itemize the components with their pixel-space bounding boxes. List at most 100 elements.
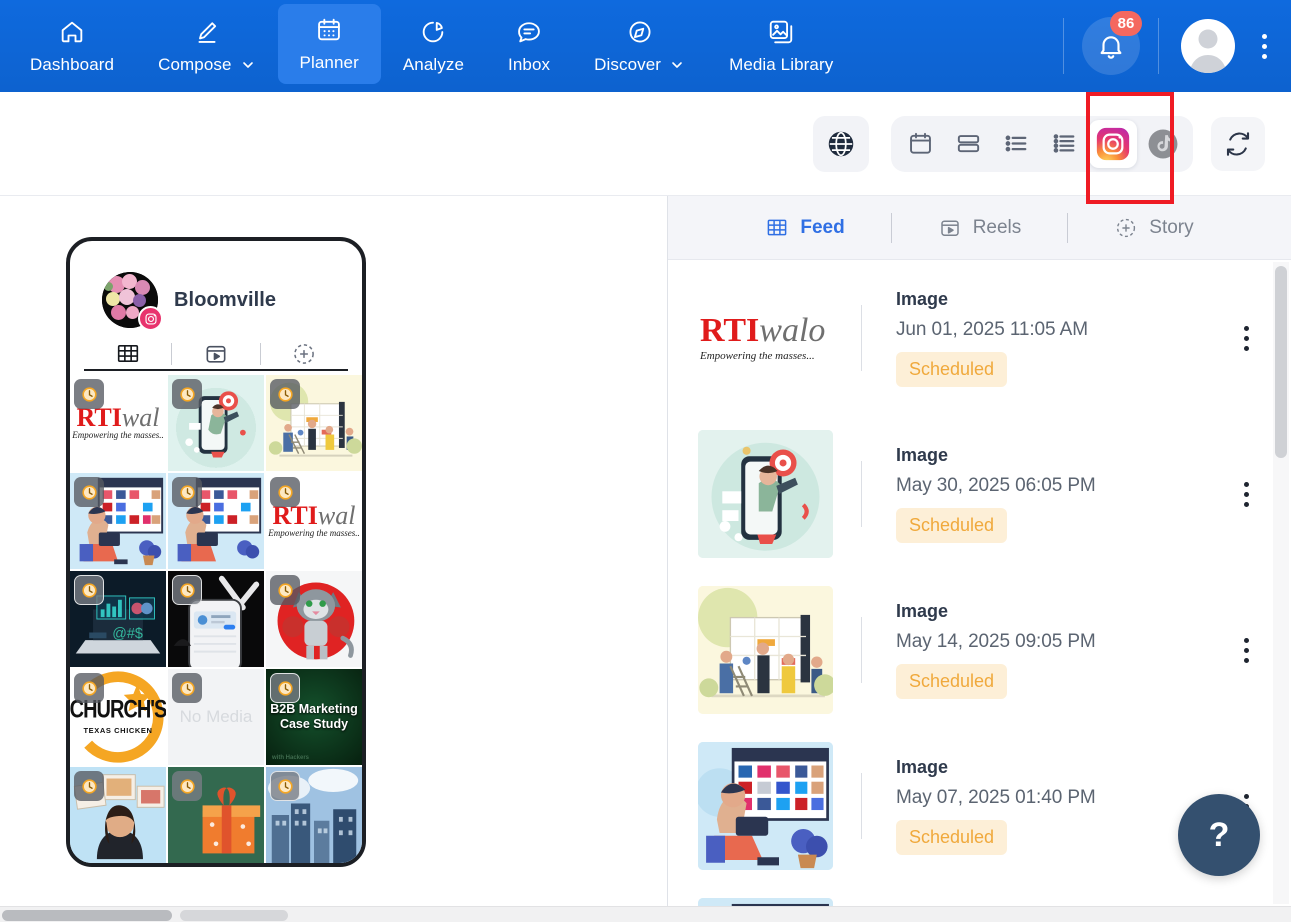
social-filter-tiktok[interactable] (1139, 120, 1187, 168)
tab-feed-label: Feed (800, 216, 845, 238)
grid-cell[interactable] (168, 767, 264, 863)
kebab-menu-icon[interactable] (1249, 23, 1279, 69)
horizontal-scrollbar-track-segment[interactable] (180, 910, 288, 921)
social-filter-instagram[interactable] (1089, 119, 1137, 168)
vertical-scrollbar-thumb[interactable] (1275, 266, 1287, 458)
scheduled-clock-icon (172, 477, 202, 507)
phone-tab-grid[interactable] (84, 338, 171, 369)
nav-divider (1063, 18, 1064, 74)
grid-cell[interactable] (266, 375, 362, 471)
nav-item-planner[interactable]: Planner (277, 4, 381, 84)
nav-label-compose: Compose (158, 54, 232, 74)
grid-cell[interactable]: B2B Marketing Case Study with Hackers (266, 669, 362, 765)
grid-cell[interactable] (266, 767, 362, 863)
story-plus-icon (1117, 218, 1136, 237)
view-list-button[interactable] (993, 122, 1039, 166)
tab-story[interactable]: Story (1068, 216, 1239, 240)
notifications-button[interactable]: 86 (1082, 11, 1142, 75)
message-icon (515, 18, 543, 48)
post-list-item[interactable]: RTIwalo Empowering the masses... Image J… (668, 260, 1291, 416)
home-icon (58, 18, 86, 48)
nav-item-compose[interactable]: Compose (136, 0, 277, 92)
feed-tab-bar: Feed Reels Story (668, 196, 1291, 260)
post-divider (861, 461, 862, 527)
view-split-button[interactable] (945, 122, 991, 166)
post-list-item[interactable]: Image May 30, 2025 06:05 PM Scheduled (668, 416, 1291, 572)
scheduled-clock-icon (270, 379, 300, 409)
grid-cell[interactable]: CHURCH'S TEXAS CHICKEN (70, 669, 166, 765)
post-date: May 30, 2025 06:05 PM (896, 475, 1096, 496)
pencil-icon (193, 18, 221, 48)
cell-footnote: with Hackers (272, 755, 310, 761)
post-type: Image (896, 601, 949, 621)
chevron-down-icon (242, 61, 253, 68)
svg-text:@#$: @#$ (112, 626, 143, 642)
globe-icon[interactable] (813, 115, 869, 172)
tab-feed[interactable]: Feed (719, 216, 890, 240)
grid-cell[interactable]: RTIwal Empowering the masses.. (266, 473, 362, 569)
post-type: Image (896, 289, 949, 309)
grid-cell[interactable] (168, 375, 264, 471)
grid-icon (767, 219, 787, 235)
post-list-item[interactable]: Image May 14, 2025 09:05 PM Scheduled (668, 572, 1291, 728)
post-thumbnail (698, 742, 833, 870)
preview-pane: Bloomville RTIwal Empowering the masses.… (0, 196, 668, 922)
post-date: Jun 01, 2025 11:05 AM (896, 319, 1088, 340)
grid-cell[interactable]: RTIwal Empowering the masses.. (70, 375, 166, 471)
grid-cell[interactable] (70, 473, 166, 569)
grid-cell[interactable] (168, 473, 264, 569)
nav-item-media-library[interactable]: Media Library (707, 0, 855, 92)
tab-reels[interactable]: Reels (892, 216, 1068, 240)
grid-cell[interactable] (70, 767, 166, 863)
grid-cell-no-media[interactable]: No Media (168, 669, 264, 765)
status-badge: Scheduled (896, 664, 1008, 699)
post-details: Image Jun 01, 2025 11:05 AM Scheduled (896, 289, 1219, 387)
nav-divider (1158, 18, 1159, 74)
horizontal-scrollbar[interactable] (0, 906, 1291, 922)
post-options-button[interactable] (1219, 325, 1273, 351)
post-details: Image May 14, 2025 09:05 PM Scheduled (896, 601, 1219, 699)
nav-label-media-library: Media Library (729, 54, 834, 74)
post-options-button[interactable] (1219, 481, 1273, 507)
view-mode-group (891, 115, 1193, 172)
image-stack-icon (767, 18, 795, 48)
reels-icon (206, 345, 226, 363)
scheduled-clock-icon (270, 575, 300, 605)
view-compact-list-button[interactable] (1041, 122, 1087, 166)
grid-cell[interactable] (266, 571, 362, 667)
notification-badge: 86 (1110, 11, 1142, 36)
instagram-badge-icon (138, 306, 163, 331)
post-divider (861, 305, 862, 371)
user-avatar-icon (1189, 29, 1227, 73)
nav-item-analyze[interactable]: Analyze (381, 0, 486, 92)
post-options-button[interactable] (1219, 637, 1273, 663)
grid-cell[interactable]: @#$ (70, 571, 166, 667)
phone-tab-story[interactable] (261, 338, 348, 369)
phone-tab-reels[interactable] (172, 338, 259, 369)
view-calendar-button[interactable] (897, 122, 943, 166)
vertical-scrollbar[interactable] (1273, 262, 1289, 904)
phone-grid: RTIwal Empowering the masses.. RTIwal Em… (70, 371, 362, 863)
nav-item-inbox[interactable]: Inbox (486, 0, 572, 92)
nav-right-controls: 86 (1059, 0, 1291, 92)
grid-cell[interactable] (168, 571, 264, 667)
avatar[interactable] (1181, 19, 1235, 73)
scheduled-clock-icon (74, 575, 104, 605)
reels-icon (940, 219, 959, 236)
planner-toolbar (0, 92, 1291, 204)
scheduled-clock-icon (74, 379, 104, 409)
help-button[interactable]: ? (1178, 794, 1260, 876)
refresh-icon[interactable] (1211, 116, 1265, 171)
phone-tab-bar (84, 338, 348, 371)
status-badge: Scheduled (896, 352, 1008, 387)
post-thumbnail (698, 586, 833, 714)
horizontal-scrollbar-thumb[interactable] (2, 910, 172, 921)
scheduled-clock-icon (172, 575, 202, 605)
post-date: May 14, 2025 09:05 PM (896, 631, 1096, 652)
nav-label-analyze: Analyze (402, 54, 465, 74)
nav-item-dashboard[interactable]: Dashboard (8, 0, 136, 92)
nav-item-discover[interactable]: Discover (572, 0, 707, 92)
profile-avatar (102, 272, 163, 331)
phone-preview: Bloomville RTIwal Empowering the masses.… (66, 237, 366, 867)
post-divider (861, 773, 862, 839)
